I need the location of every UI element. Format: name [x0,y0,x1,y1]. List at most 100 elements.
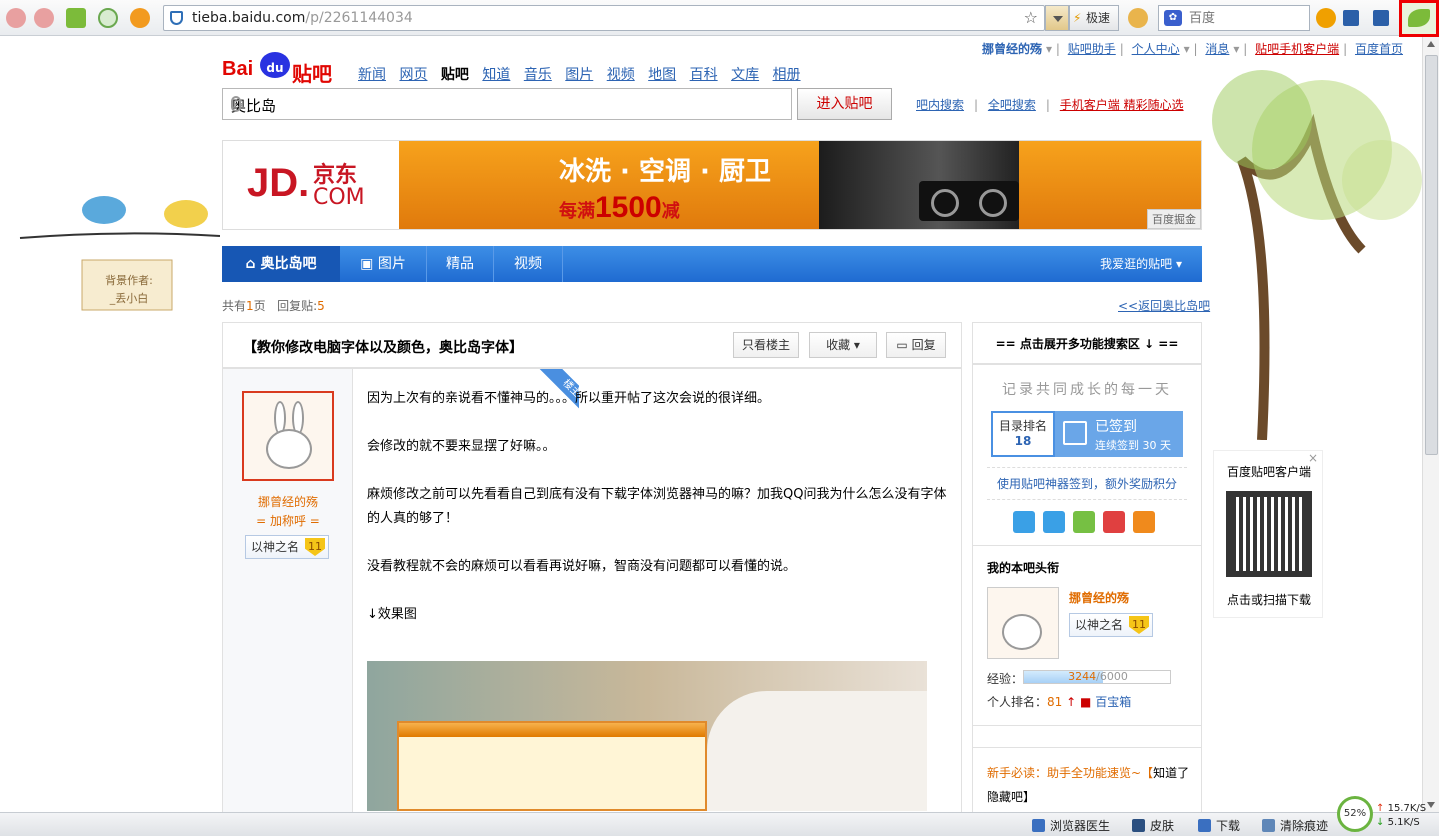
apps-icon[interactable] [1343,10,1359,26]
favorite-button[interactable]: 收藏 ▾ [809,332,877,358]
pig2-icon[interactable] [34,8,54,28]
multi-search-toggle[interactable]: == 点击展开多功能搜索区 ↓ == [973,323,1201,365]
ad-tag[interactable]: 百度掘金 [1147,209,1201,229]
scroll-up-arrow-icon[interactable] [1427,41,1435,47]
notice-pre: 新手必读：助手全功能速览~【 [987,766,1154,780]
browser-doctor-button[interactable]: 浏览器医生 [1032,817,1110,834]
pumpkin-icon[interactable] [130,8,150,28]
only-op-button[interactable]: 只看楼主 [733,332,799,358]
tool-icon-4[interactable] [1103,511,1125,533]
nav-album[interactable]: 相册 [773,67,801,83]
mobile-client-link[interactable]: 贴吧手机客户端 [1255,42,1339,56]
bone-icon[interactable] [66,8,86,28]
leaf-corner-button[interactable] [1399,0,1439,37]
author-name[interactable]: 挪曾经的殇 [223,493,353,510]
userbar-sep: | [1119,42,1124,56]
stove-image [919,181,1019,221]
clock-icon[interactable] [98,8,118,28]
sidebar-level-badge[interactable]: 以神之名 11 [1069,613,1153,637]
tab-best[interactable]: 精品 [427,246,493,282]
picture-icon: ▣ [360,256,378,272]
author-avatar[interactable] [242,391,334,481]
helper-link[interactable]: 贴吧助手 [1068,42,1116,56]
effect-screenshot-image[interactable] [367,661,927,811]
exp-total: /6000 [1096,670,1128,683]
browser-search-input[interactable] [1189,9,1304,27]
upload-arrow-icon: ↑ [1376,803,1385,814]
rank-value: 18 [1014,434,1032,448]
nav-music[interactable]: 音乐 [524,67,552,83]
dog-icon[interactable] [1128,8,1148,28]
nav-zhidao[interactable]: 知道 [482,67,510,83]
pig-icon[interactable] [6,8,26,28]
stats-replies: 5 [317,299,325,313]
exp-progress-bar: 3244/6000 [1023,670,1171,684]
reply-button[interactable]: ▭ 回复 [886,332,946,358]
qr-code-image[interactable] [1226,491,1312,577]
treasure-box-link[interactable]: 百宝箱 [1095,695,1131,709]
browser-search-box[interactable]: ✿ [1158,5,1310,31]
microphone-icon[interactable] [231,96,241,112]
tool-icon-2[interactable] [1043,511,1065,533]
messages-link[interactable]: 消息 [1205,42,1229,56]
nav-images[interactable]: 图片 [565,67,593,83]
address-dropdown-button[interactable] [1045,5,1069,31]
paw-button-icon[interactable] [1316,8,1336,28]
calendar-icon [1063,421,1087,445]
nav-baike[interactable]: 百科 [690,67,718,83]
baidu-home-link[interactable]: 百度首页 [1355,42,1403,56]
tab-video[interactable]: 视频 [494,246,562,282]
fav-forums-dropdown[interactable]: 我爱逛的贴吧 ▾ [1100,246,1182,282]
jd-ad-banner[interactable]: JD. 京东 COM 冰洗 · 空调 · 厨卫 每满1500减 百度掘金 [222,140,1202,230]
address-bar[interactable]: tieba.baidu.com/p/2261144034 ☆ [163,5,1045,31]
bookmark-icon[interactable] [1373,10,1389,26]
sidebar-user-name[interactable]: 挪曾经的殇 [1069,589,1129,606]
nav-map[interactable]: 地图 [648,67,676,83]
ad-line2-pre: 每满 [559,201,595,222]
tool-icon-1[interactable] [1013,511,1035,533]
avatar-face [1002,614,1042,650]
ad-line1: 冰洗 · 空调 · 厨卫 [559,157,771,187]
tool-icon-3[interactable] [1073,511,1095,533]
tab-pictures-label: 图片 [377,256,406,272]
mobile-promo-link[interactable]: 手机客户端 精彩随心选 [1060,98,1184,112]
vertical-scrollbar[interactable] [1422,37,1439,812]
scroll-down-arrow-icon[interactable] [1427,802,1435,808]
baidu-tieba-logo[interactable]: Bai du 贴吧 [222,46,340,86]
clear-traces-button[interactable]: 清除痕迹 [1262,817,1328,834]
nav-tieba: 贴吧 [440,67,469,83]
decor-author-label: 背景作者: _丢小白 [84,272,174,308]
search-all-link[interactable]: 全吧搜索 [988,98,1036,112]
memory-gauge[interactable]: 52% [1337,796,1373,832]
sign-tool-promo-link[interactable]: 使用贴吧神器签到，额外奖励积分 [973,475,1201,492]
signed-in-box[interactable]: 已签到 连续签到 30 天 [1055,411,1183,457]
skin-button[interactable]: 皮肤 [1132,817,1174,834]
tool-icon-5[interactable] [1133,511,1155,533]
tab-pictures[interactable]: ▣ 图片 [340,246,426,282]
post-paragraph: 没看教程就不会的麻烦可以看看再说好嘛，智商没有问题都可以看懂的说。 [367,559,797,574]
decor-author-name: _丢小白 [109,292,149,305]
search-input[interactable]: 奥比岛 [222,88,792,120]
enter-tieba-button[interactable]: 进入贴吧 [797,88,892,120]
rank-box[interactable]: 目录排名 18 [991,411,1055,457]
center-link[interactable]: 个人中心 [1132,42,1180,56]
userbar-sep: ▾ | [1233,42,1248,56]
nav-wenku[interactable]: 文库 [731,67,759,83]
nav-web[interactable]: 网页 [399,67,427,83]
search-in-forum-link[interactable]: 吧内搜索 [916,98,964,112]
forum-home-tab[interactable]: ⌂ 奥比岛吧 [222,246,340,282]
userbar-sep: ▾ | [1046,42,1060,56]
download-button[interactable]: 下载 [1198,817,1240,834]
speed-button[interactable]: 极速 [1069,5,1119,31]
star-icon[interactable]: ☆ [1024,8,1038,27]
nav-video[interactable]: 视频 [607,67,635,83]
paw-icon[interactable]: ✿ [1164,10,1182,26]
scroll-thumb[interactable] [1425,55,1438,455]
author-level-badge[interactable]: 以神之名 11 [245,535,329,559]
back-to-forum-link[interactable]: <<返回奥比岛吧 [1118,297,1210,314]
user-name-link[interactable]: 挪曾经的殇 [982,42,1042,56]
nav-news[interactable]: 新闻 [358,67,386,83]
shirt-icon [1132,819,1145,832]
author-panel: 挪曾经的殇 = 加称呼 = 以神之名 11 [223,369,353,821]
sidebar-avatar[interactable] [987,587,1059,659]
